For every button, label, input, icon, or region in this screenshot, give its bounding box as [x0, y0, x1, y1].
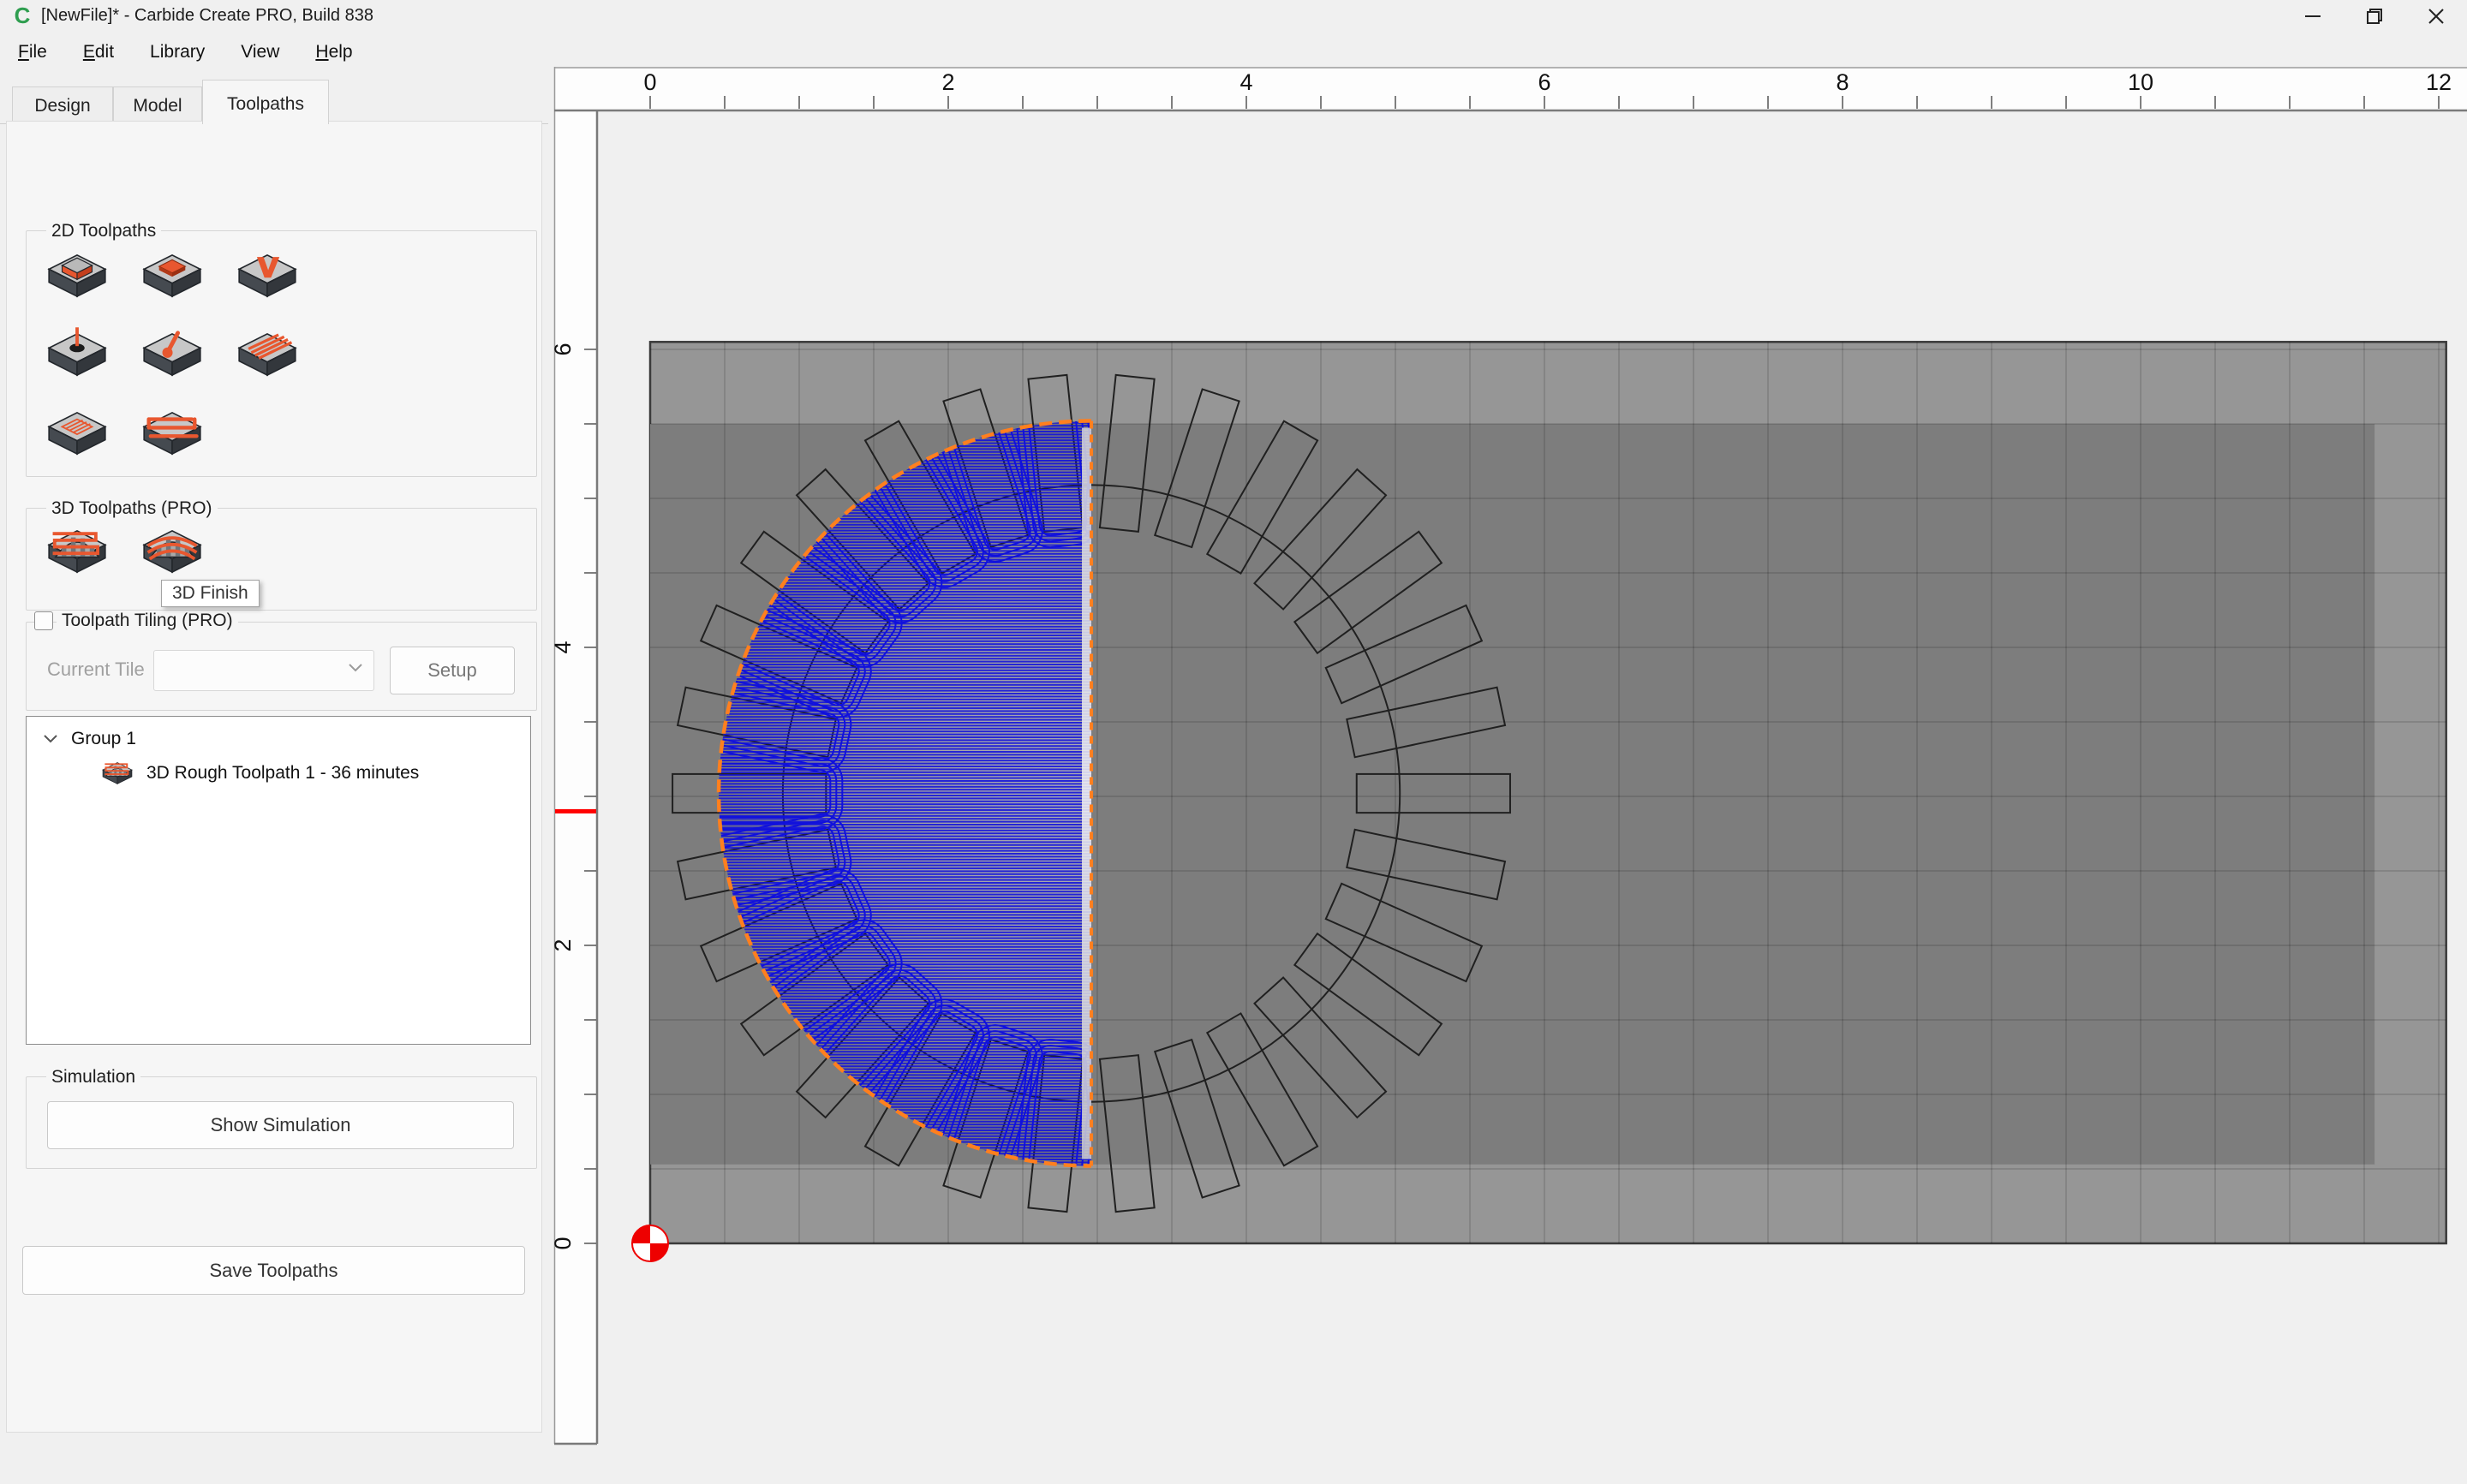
toolpaths-tab-page: 2D Toolpaths 3D Toolpaths (PRO) 3D Finis…: [6, 121, 542, 1433]
minimize-button[interactable]: [2282, 0, 2344, 32]
svg-text:0: 0: [550, 1237, 576, 1249]
tab-bar: DesignModelToolpaths: [0, 76, 548, 124]
svg-text:6: 6: [550, 343, 576, 355]
toolpath-icon-3d-rough[interactable]: [41, 521, 113, 581]
toolpath-icon-cutout-wrap[interactable]: [136, 403, 208, 463]
toolpath-tree: Group 1 3D Rough Toolpath 1 - 36 minutes: [26, 716, 531, 1045]
toolpath-icon-texture-lines[interactable]: [231, 325, 303, 384]
tab-model[interactable]: Model: [113, 86, 202, 123]
show-simulation-button[interactable]: Show Simulation: [47, 1101, 514, 1149]
toolpath-icon-vcarve[interactable]: [231, 246, 303, 306]
svg-text:8: 8: [1836, 69, 1849, 95]
toolpath-icon-keyhole[interactable]: [136, 325, 208, 384]
tree-toolpath-label: 3D Rough Toolpath 1 - 36 minutes: [146, 763, 419, 784]
toolpath-icon-drill[interactable]: [41, 325, 113, 384]
group-2d-toolpaths-label: 2D Toolpaths: [46, 221, 161, 241]
restore-icon: [2365, 7, 2384, 26]
toolpath-icon-texture-hatch[interactable]: [41, 403, 113, 463]
menu-item-file[interactable]: File: [0, 32, 65, 73]
menu-item-library[interactable]: Library: [132, 32, 223, 73]
design-viewport[interactable]: 0 2 4 6 8 10 12 0 2 4 6: [548, 67, 2467, 1480]
toolpath-icon-contour[interactable]: [41, 246, 113, 306]
restore-button[interactable]: [2344, 0, 2405, 32]
origin-marker: [632, 1225, 668, 1261]
group-simulation-label: Simulation: [46, 1067, 140, 1088]
tab-design[interactable]: Design: [12, 86, 113, 123]
svg-text:4: 4: [550, 641, 576, 653]
svg-text:4: 4: [1239, 69, 1252, 95]
minimize-icon: [2303, 7, 2322, 26]
save-toolpaths-button[interactable]: Save Toolpaths: [22, 1246, 525, 1295]
group-3d-toolpaths-label: 3D Toolpaths (PRO): [46, 498, 218, 519]
menu-item-edit[interactable]: Edit: [65, 32, 132, 73]
svg-text:12: 12: [2426, 69, 2452, 95]
toolpath-icon-3d-finish[interactable]: [136, 521, 208, 581]
current-tile-select[interactable]: [153, 650, 374, 691]
3d-rough-toolpath-icon: [99, 758, 136, 789]
close-icon: [2427, 7, 2446, 26]
svg-text:0: 0: [643, 69, 656, 95]
svg-text:2: 2: [941, 69, 954, 95]
current-tile-label: Current Tile: [47, 659, 145, 681]
toolpath-icon-pocket[interactable]: [136, 246, 208, 306]
svg-text:6: 6: [1538, 69, 1550, 95]
app-logo-icon: C: [10, 3, 34, 27]
menu-item-view[interactable]: View: [223, 32, 297, 73]
window-title: [NewFile]* - Carbide Create PRO, Build 8…: [41, 6, 373, 26]
tooltip-3d-finish: 3D Finish: [161, 580, 260, 607]
svg-text:10: 10: [2128, 69, 2153, 95]
setup-button[interactable]: Setup: [390, 647, 515, 694]
chevron-down-icon: [348, 663, 363, 673]
title-bar: C [NewFile]* - Carbide Create PRO, Build…: [0, 0, 2467, 32]
tree-group-row[interactable]: Group 1: [27, 724, 529, 754]
svg-text:2: 2: [550, 939, 576, 951]
tree-group-label: Group 1: [71, 729, 136, 749]
tree-toolpath-row[interactable]: 3D Rough Toolpath 1 - 36 minutes: [27, 756, 529, 790]
tab-toolpaths[interactable]: Toolpaths: [202, 80, 329, 124]
toolpath-tiling-label: Toolpath Tiling (PRO): [57, 611, 238, 631]
chevron-expanded-icon: [42, 733, 59, 745]
left-panel: DesignModelToolpaths 2D Toolpaths 3D Too…: [0, 73, 548, 1480]
close-button[interactable]: [2405, 0, 2467, 32]
menu-item-help[interactable]: Help: [297, 32, 370, 73]
toolpath-tiling-checkbox[interactable]: [34, 611, 53, 630]
